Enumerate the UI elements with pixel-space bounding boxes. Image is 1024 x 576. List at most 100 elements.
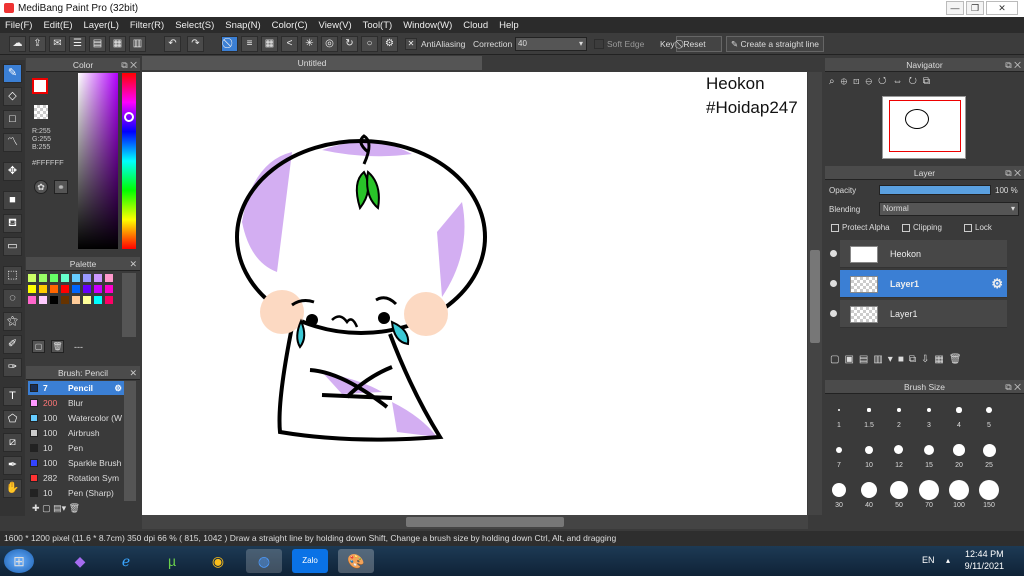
visual-studio-icon[interactable]: ◆: [62, 549, 98, 573]
saturation-value-picker[interactable]: [78, 73, 118, 249]
palette-swatch[interactable]: [72, 274, 80, 282]
panel-close-icon[interactable]: ⧉ ✕: [1005, 166, 1021, 180]
brush-item[interactable]: 10 Pen: [28, 441, 124, 455]
zoom-in-icon[interactable]: ⊕: [841, 76, 854, 87]
palette-swatch[interactable]: [39, 285, 47, 293]
brush-item[interactable]: 7 Pencil ⚙: [28, 381, 124, 395]
brush-size-dot[interactable]: [860, 481, 878, 499]
gradient-tool-icon[interactable]: ▭: [3, 237, 22, 256]
fill-rect-tool-icon[interactable]: ■: [3, 191, 22, 210]
panel-close-icon[interactable]: ⧉ ✕: [121, 58, 137, 72]
delete-palette-icon[interactable]: 🗑: [51, 340, 64, 353]
palette-swatch[interactable]: [50, 285, 58, 293]
rotate-right-icon[interactable]: ↻: [908, 76, 922, 87]
palette-swatch[interactable]: [83, 274, 91, 282]
delete-layer-icon[interactable]: 🗑: [949, 354, 967, 365]
menu-view[interactable]: View(V): [319, 20, 352, 31]
transparent-color[interactable]: [34, 105, 48, 119]
palette-swatch[interactable]: [61, 285, 69, 293]
dot-tool-icon[interactable]: □: [3, 110, 22, 129]
blending-select[interactable]: Normal ▾: [879, 202, 1019, 216]
opacity-slider[interactable]: [879, 185, 991, 195]
add-palette-icon[interactable]: ▢: [32, 340, 45, 353]
brush-size-dot[interactable]: [926, 407, 932, 413]
brush-size-dot[interactable]: [837, 408, 841, 412]
brush-scrollbar[interactable]: [124, 381, 136, 501]
brush-size-dot[interactable]: [831, 482, 847, 498]
panel-close-icon[interactable]: ⧉ ✕: [1005, 380, 1021, 394]
gear-icon[interactable]: ⚙: [991, 276, 1003, 292]
palette-swatch[interactable]: [83, 285, 91, 293]
menu-layer[interactable]: Layer(L): [84, 20, 119, 31]
menu-snap[interactable]: Snap(N): [225, 20, 260, 31]
protect-alpha-checkbox[interactable]: [831, 224, 839, 232]
snap-cross-icon[interactable]: ▦: [261, 36, 278, 52]
gear-icon[interactable]: ⚙: [114, 381, 122, 395]
brush-size-dot[interactable]: [897, 408, 901, 412]
snap-vanish-icon[interactable]: <: [281, 36, 298, 52]
palette-swatch[interactable]: [94, 285, 102, 293]
horizontal-scroll-thumb[interactable]: [406, 517, 564, 527]
panel-close-icon[interactable]: ✕: [129, 257, 137, 271]
actual-size-icon[interactable]: ⊡: [853, 76, 865, 87]
brush-size-dot[interactable]: [889, 480, 909, 500]
canvas[interactable]: Heokon #Hoidap247: [142, 72, 807, 515]
brush-size-dot[interactable]: [982, 443, 996, 457]
lasso-tool-icon[interactable]: ◌: [3, 289, 22, 308]
brush-size-dot[interactable]: [923, 444, 935, 456]
share-icon[interactable]: ⇪: [29, 36, 46, 52]
zalo-icon[interactable]: Zalo: [292, 549, 328, 573]
layer-menu-icon[interactable]: ▦: [934, 354, 948, 365]
brush-item[interactable]: 200 Blur: [28, 396, 124, 410]
text-tool-icon[interactable]: T: [3, 387, 22, 406]
add-brush-icon[interactable]: ✚: [32, 503, 40, 513]
palette-swatch[interactable]: [50, 296, 58, 304]
bucket-tool-icon[interactable]: ⛾: [3, 214, 22, 233]
brush-size-dot[interactable]: [956, 407, 962, 413]
navigator-thumbnail[interactable]: [882, 96, 966, 159]
merge-down-icon[interactable]: ⇩: [921, 354, 934, 365]
brush-size-dot[interactable]: [986, 407, 992, 413]
snap-curve-icon[interactable]: ↻: [341, 36, 358, 52]
palette-swatch[interactable]: [28, 285, 36, 293]
snap-ellipse-icon[interactable]: ○: [361, 36, 378, 52]
correction-select[interactable]: 40 ▾: [515, 37, 587, 51]
eraser-tool-icon[interactable]: ◇: [3, 87, 22, 106]
menu-edit[interactable]: Edit(E): [43, 20, 72, 31]
tray-arrow-icon[interactable]: ▴: [946, 556, 950, 565]
grid-doc-icon[interactable]: ▦: [109, 36, 126, 52]
chat-icon[interactable]: ☰: [69, 36, 86, 52]
hue-handle[interactable]: [124, 112, 134, 122]
palette-swatch[interactable]: [83, 296, 91, 304]
brush-item[interactable]: 100 Watercolor (W: [28, 411, 124, 425]
folder-icon[interactable]: ■: [898, 354, 909, 365]
add-layer-menu-icon[interactable]: ▥▾: [873, 354, 897, 365]
comment-icon[interactable]: ✉: [49, 36, 66, 52]
new-8bit-layer-icon[interactable]: ▤: [859, 354, 873, 365]
palette-swatch[interactable]: [39, 296, 47, 304]
brush-item[interactable]: 282 Rotation Sym: [28, 471, 124, 485]
eye-icon[interactable]: [830, 310, 837, 317]
redo-icon[interactable]: ↷: [187, 36, 204, 52]
palette-swatch[interactable]: [105, 296, 113, 304]
start-button[interactable]: ⊞: [4, 549, 34, 573]
palette-swatch[interactable]: [50, 274, 58, 282]
brush-size-dot[interactable]: [894, 445, 904, 455]
brush-size-dot[interactable]: [979, 480, 999, 500]
menu-cloud[interactable]: Cloud: [463, 20, 488, 31]
reset-button[interactable]: ⃠ Reset: [676, 36, 722, 52]
clipping-checkbox[interactable]: [902, 224, 910, 232]
minimize-button[interactable]: —: [946, 1, 964, 15]
medibang-taskbar-icon[interactable]: 🎨: [338, 549, 374, 573]
menu-tool[interactable]: Tool(T): [363, 20, 393, 31]
straight-line-button[interactable]: ✎ Create a straight line: [726, 36, 824, 52]
brush-item[interactable]: 10 Pen (Sharp): [28, 486, 124, 500]
palette-swatch[interactable]: [94, 296, 102, 304]
snap-circle-icon[interactable]: ◎: [321, 36, 338, 52]
brush-size-dot[interactable]: [864, 445, 874, 455]
soft-edge-checkbox[interactable]: [594, 39, 604, 49]
copy-view-icon[interactable]: ⧉: [923, 76, 936, 87]
select-eraser-icon[interactable]: ✑: [3, 358, 22, 377]
magic-wand-icon[interactable]: ⚝: [3, 312, 22, 331]
rotate-left-icon[interactable]: ↺: [878, 76, 892, 87]
